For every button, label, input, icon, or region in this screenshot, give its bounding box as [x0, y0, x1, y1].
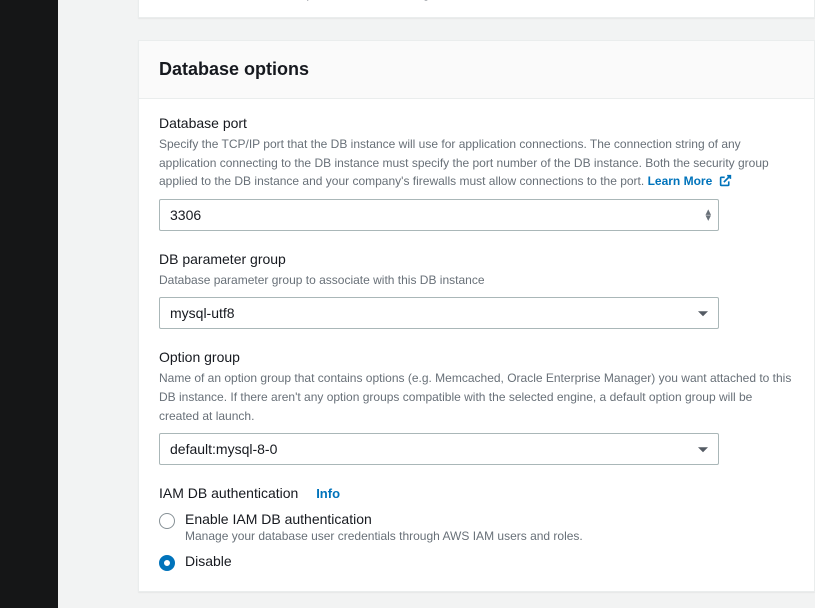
learn-more-label: Learn More [648, 174, 713, 188]
field-option-group: Option group Name of an option group tha… [159, 349, 794, 465]
radio-disable-iam[interactable]: Disable [159, 553, 794, 571]
option-group-value: default:mysql-8-0 [170, 441, 277, 457]
label-option-group: Option group [159, 349, 794, 365]
radio-enable-desc: Manage your database user credentials th… [185, 529, 583, 543]
option-group-select[interactable]: default:mysql-8-0 [159, 433, 719, 465]
database-port-input[interactable] [159, 199, 719, 231]
section-title-database-options: Database options [159, 59, 794, 80]
label-db-parameter-group: DB parameter group [159, 251, 794, 267]
db-parameter-group-select[interactable]: mysql-utf8 [159, 297, 719, 329]
radio-disable-label: Disable [185, 553, 232, 569]
vpc-cutoff-text: DB instance will not have a public IP ad… [139, 0, 814, 17]
desc-option-group: Name of an option group that contains op… [159, 369, 794, 425]
label-database-port: Database port [159, 115, 794, 131]
external-link-icon [719, 174, 732, 187]
desc-db-parameter-group: Database parameter group to associate wi… [159, 271, 794, 290]
radio-enable-label: Enable IAM DB authentication [185, 511, 583, 527]
radio-enable-iam[interactable]: Enable IAM DB authentication Manage your… [159, 511, 794, 543]
field-iam-db-auth: IAM DB authentication Info Enable IAM DB… [159, 485, 794, 571]
panel-vpc-cutoff: DB instance will not have a public IP ad… [138, 0, 815, 18]
field-database-port: Database port Specify the TCP/IP port th… [159, 115, 794, 231]
info-link[interactable]: Info [316, 486, 340, 501]
panel-header: Database options [139, 41, 814, 99]
dark-left-gutter [0, 0, 58, 608]
radio-circle-selected-icon [159, 555, 175, 571]
learn-more-link[interactable]: Learn More [648, 174, 732, 188]
radio-circle-icon [159, 513, 175, 529]
label-iam-auth: IAM DB authentication [159, 485, 298, 501]
panel-database-options: Database options Database port Specify t… [138, 40, 815, 592]
db-parameter-group-value: mysql-utf8 [170, 305, 235, 321]
field-db-parameter-group: DB parameter group Database parameter gr… [159, 251, 794, 330]
page-background: DB instance will not have a public IP ad… [58, 0, 815, 608]
desc-database-port: Specify the TCP/IP port that the DB inst… [159, 135, 794, 191]
